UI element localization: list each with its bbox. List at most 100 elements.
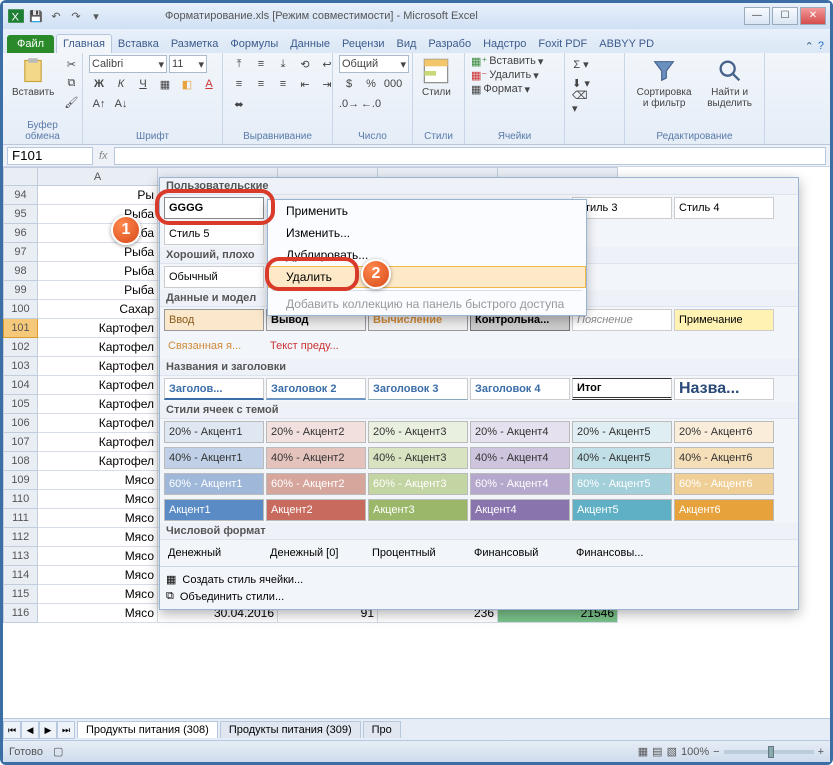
font-name-combo[interactable]: Calibri▾ bbox=[89, 55, 167, 73]
tab-layout[interactable]: Разметка bbox=[165, 35, 225, 53]
ctx-apply[interactable]: Применить bbox=[268, 200, 586, 222]
comma-icon[interactable]: 000 bbox=[383, 75, 403, 93]
style-numfmt[interactable]: Денежный bbox=[164, 542, 264, 564]
style-accent[interactable]: Акцент1 bbox=[164, 499, 264, 521]
tab-view[interactable]: Вид bbox=[391, 35, 423, 53]
merge-icon[interactable]: ⬌ bbox=[229, 95, 249, 113]
style-accent[interactable]: 40% - Акцент2 bbox=[266, 447, 366, 469]
fill-color-icon[interactable]: ◧ bbox=[177, 75, 197, 93]
cut-icon[interactable]: ✂ bbox=[61, 55, 81, 73]
style-accent[interactable]: Акцент4 bbox=[470, 499, 570, 521]
merge-styles[interactable]: ⧉Объединить стили... bbox=[166, 588, 792, 605]
italic-icon[interactable]: К bbox=[111, 75, 131, 93]
grow-font-icon[interactable]: A↑ bbox=[89, 95, 109, 113]
zoom-in-icon[interactable]: + bbox=[818, 746, 824, 758]
style-3[interactable]: Стиль 3 bbox=[572, 197, 672, 219]
style-accent[interactable]: 20% - Акцент2 bbox=[266, 421, 366, 443]
tab-review[interactable]: Рецензи bbox=[336, 35, 391, 53]
font-color-icon[interactable]: A bbox=[199, 75, 219, 93]
style-accent[interactable]: 40% - Акцент1 bbox=[164, 447, 264, 469]
style-note[interactable]: Примечание bbox=[674, 309, 774, 331]
border-icon[interactable]: ▦ bbox=[155, 75, 175, 93]
align-bottom-icon[interactable]: ⤓ bbox=[273, 55, 293, 73]
tab-addins[interactable]: Надстро bbox=[477, 35, 532, 53]
copy-icon[interactable]: ⧉ bbox=[61, 74, 81, 92]
style-accent[interactable]: Акцент3 bbox=[368, 499, 468, 521]
sheet-tab-3[interactable]: Про bbox=[363, 721, 401, 738]
style-explain[interactable]: Пояснение bbox=[572, 309, 672, 331]
tab-abbyy[interactable]: ABBYY PD bbox=[593, 35, 660, 53]
undo-icon[interactable]: ↶ bbox=[47, 7, 65, 25]
style-accent[interactable]: 60% - Акцент2 bbox=[266, 473, 366, 495]
view-normal-icon[interactable]: ▦ bbox=[638, 745, 648, 758]
insert-cells-button[interactable]: ▦⁺ Вставить ▾ bbox=[471, 55, 543, 68]
formula-bar[interactable] bbox=[114, 147, 826, 165]
tab-foxit[interactable]: Foxit PDF bbox=[532, 35, 593, 53]
tab-home[interactable]: Главная bbox=[56, 34, 112, 53]
view-break-icon[interactable]: ▧ bbox=[667, 745, 677, 758]
number-format-combo[interactable]: Общий▾ bbox=[339, 55, 409, 73]
style-accent[interactable]: 60% - Акцент1 bbox=[164, 473, 264, 495]
style-numfmt[interactable]: Денежный [0] bbox=[266, 542, 366, 564]
redo-icon[interactable]: ↷ bbox=[67, 7, 85, 25]
tab-formulas[interactable]: Формулы bbox=[224, 35, 284, 53]
style-accent[interactable]: 40% - Акцент5 bbox=[572, 447, 672, 469]
ctx-add-qat[interactable]: Добавить коллекцию на панель быстрого до… bbox=[268, 293, 586, 315]
style-accent[interactable]: 20% - Акцент6 bbox=[674, 421, 774, 443]
style-accent[interactable]: 60% - Акцент5 bbox=[572, 473, 672, 495]
fx-icon[interactable]: fx bbox=[99, 150, 108, 162]
clear-icon[interactable]: ⌫ ▾ bbox=[571, 93, 591, 111]
indent-dec-icon[interactable]: ⇤ bbox=[295, 75, 315, 93]
style-numfmt[interactable]: Процентный bbox=[368, 542, 468, 564]
style-5[interactable]: Стиль 5 bbox=[164, 223, 264, 245]
align-top-icon[interactable]: ⤒ bbox=[229, 55, 249, 73]
style-accent[interactable]: Акцент5 bbox=[572, 499, 672, 521]
bold-icon[interactable]: Ж bbox=[89, 75, 109, 93]
format-painter-icon[interactable]: 🖌 bbox=[61, 93, 81, 111]
style-4[interactable]: Стиль 4 bbox=[674, 197, 774, 219]
sheet-tab-active[interactable]: Продукты питания (308) bbox=[77, 721, 218, 738]
inc-decimal-icon[interactable]: .0→ bbox=[339, 95, 359, 113]
currency-icon[interactable]: $ bbox=[339, 75, 359, 93]
format-cells-button[interactable]: ▦ Формат ▾ bbox=[471, 83, 530, 96]
save-icon[interactable]: 💾 bbox=[27, 7, 45, 25]
new-cell-style[interactable]: ▦Создать стиль ячейки... bbox=[166, 571, 792, 588]
style-accent[interactable]: 40% - Акцент3 bbox=[368, 447, 468, 469]
tab-insert[interactable]: Вставка bbox=[112, 35, 165, 53]
style-accent[interactable]: 20% - Акцент4 bbox=[470, 421, 570, 443]
ctx-modify[interactable]: Изменить... bbox=[268, 222, 586, 244]
view-layout-icon[interactable]: ▤ bbox=[652, 745, 662, 758]
delete-cells-button[interactable]: ▦⁻ Удалить ▾ bbox=[471, 69, 539, 82]
tab-data[interactable]: Данные bbox=[284, 35, 336, 53]
style-heading3[interactable]: Заголовок 3 bbox=[368, 378, 468, 400]
style-heading2[interactable]: Заголовок 2 bbox=[266, 378, 366, 400]
macro-record-icon[interactable]: ▢ bbox=[53, 745, 63, 758]
style-accent[interactable]: 40% - Акцент6 bbox=[674, 447, 774, 469]
close-button[interactable]: ✕ bbox=[800, 7, 826, 25]
style-accent[interactable]: Акцент2 bbox=[266, 499, 366, 521]
align-left-icon[interactable]: ≡ bbox=[229, 75, 249, 93]
orientation-icon[interactable]: ⟲ bbox=[295, 55, 315, 73]
style-total[interactable]: Итог bbox=[572, 378, 672, 400]
sheet-tab-2[interactable]: Продукты питания (309) bbox=[220, 721, 361, 738]
autosum-icon[interactable]: Σ ▾ bbox=[571, 55, 591, 73]
style-accent[interactable]: 20% - Акцент1 bbox=[164, 421, 264, 443]
find-select-button[interactable]: Найти и выделить bbox=[701, 55, 758, 111]
sort-filter-button[interactable]: Сортировка и фильтр bbox=[631, 55, 697, 111]
minimize-button[interactable]: — bbox=[744, 7, 770, 25]
sheet-nav-prev[interactable]: ◀ bbox=[21, 721, 39, 739]
style-title[interactable]: Назва... bbox=[674, 378, 774, 400]
file-tab[interactable]: Файл bbox=[7, 35, 54, 53]
style-accent[interactable]: 20% - Акцент5 bbox=[572, 421, 672, 443]
cell-styles-button[interactable]: Стили bbox=[419, 55, 454, 100]
tab-developer[interactable]: Разрабо bbox=[422, 35, 477, 53]
ribbon-minimize-icon[interactable]: ⌃ bbox=[805, 40, 814, 53]
style-linked[interactable]: Связанная я... bbox=[164, 335, 264, 357]
align-middle-icon[interactable]: ≡ bbox=[251, 55, 271, 73]
dec-decimal-icon[interactable]: ←.0 bbox=[361, 95, 381, 113]
style-accent[interactable]: 60% - Акцент3 bbox=[368, 473, 468, 495]
qat-more-icon[interactable]: ▾ bbox=[87, 7, 105, 25]
zoom-slider[interactable] bbox=[724, 750, 814, 754]
style-accent[interactable]: 40% - Акцент4 bbox=[470, 447, 570, 469]
style-numfmt[interactable]: Финансовы... bbox=[572, 542, 672, 564]
